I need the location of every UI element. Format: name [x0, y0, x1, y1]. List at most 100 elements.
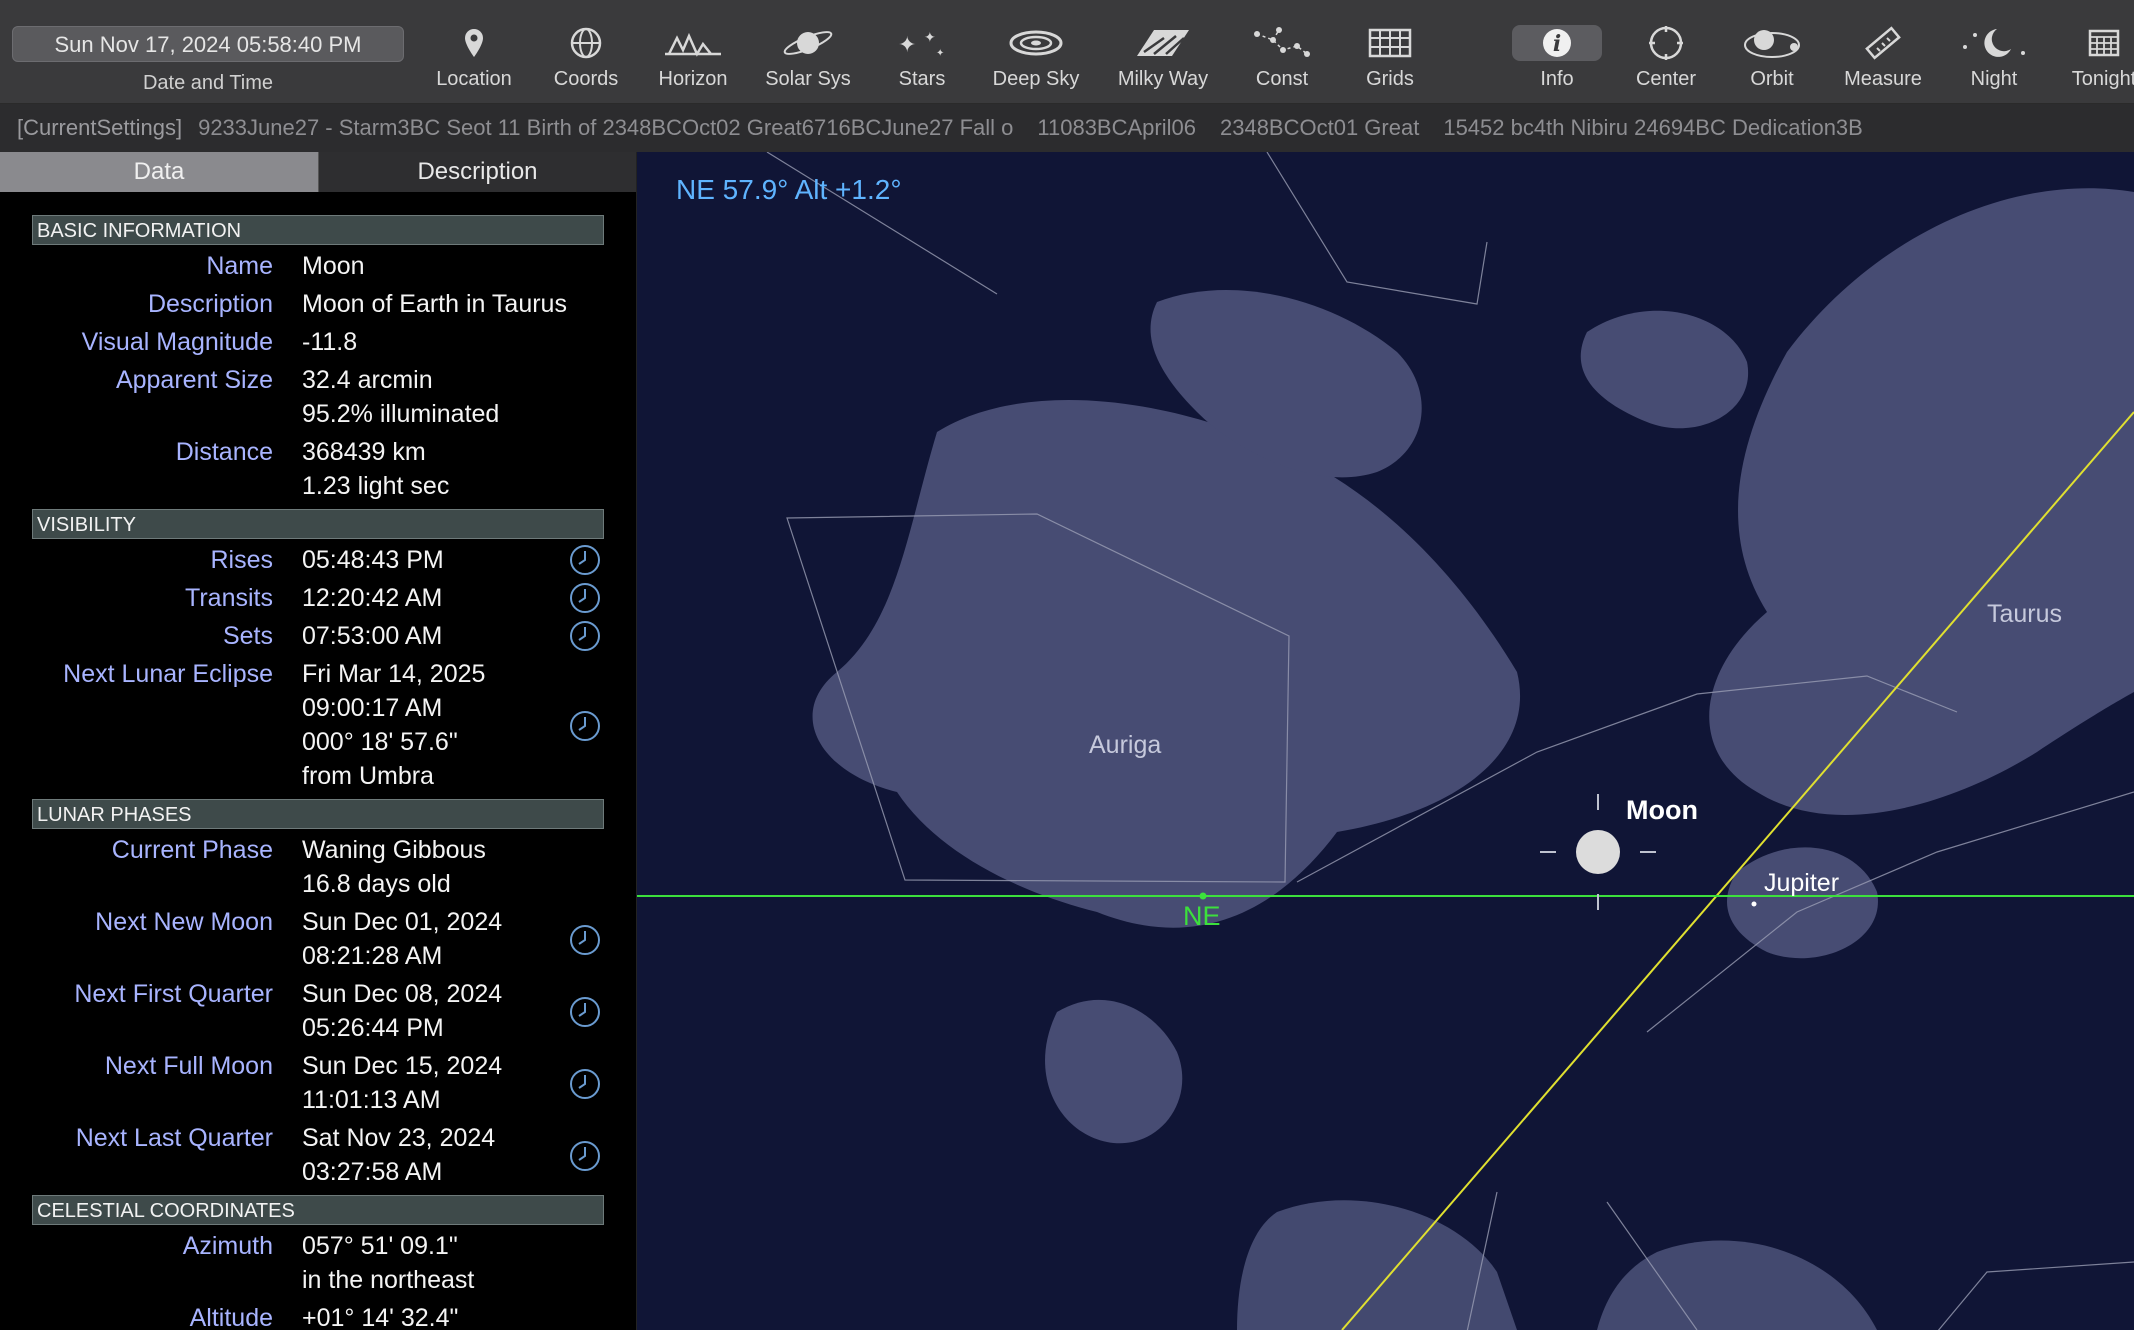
deep-sky-button[interactable]: Deep Sky [986, 18, 1086, 102]
eclipse-date: Fri Mar 14, 2025 [302, 660, 486, 688]
distance-km: 368439 km [302, 438, 426, 466]
svg-text:✦: ✦ [898, 33, 916, 58]
next-last-quarter-time: 03:27:58 AM [302, 1158, 443, 1186]
info-label: Info [1540, 68, 1574, 90]
next-new-moon-date: Sun Dec 01, 2024 [302, 908, 503, 936]
info-button[interactable]: i Info [1507, 18, 1607, 102]
ticker-item[interactable]: 9233June27 - Starm3BC Seot 11 Birth of 2… [198, 115, 1013, 140]
constellation-label-taurus[interactable]: Taurus [1987, 600, 2062, 629]
svg-text:✦: ✦ [936, 48, 944, 59]
grids-label: Grids [1366, 68, 1414, 90]
grids-button[interactable]: Grids [1340, 18, 1440, 102]
phase-name: Waning Gibbous [302, 836, 486, 864]
next-last-quarter-value: Sat Nov 23, 2024 03:27:58 AM [302, 1121, 495, 1189]
current-settings-item[interactable]: [CurrentSettings] [0, 115, 198, 140]
const-label: Const [1255, 68, 1309, 90]
description-label: Description [147, 290, 273, 318]
deep-sky-label: Deep Sky [992, 68, 1080, 90]
next-last-quarter-date: Sat Nov 23, 2024 [302, 1124, 496, 1152]
solar-sys-button[interactable]: Solar Sys [758, 18, 858, 102]
constellation-label-auriga[interactable]: Auriga [1089, 731, 1161, 760]
horizon-direction-label: NE [1183, 901, 1221, 931]
sets-label: Sets [222, 622, 273, 650]
tab-data[interactable]: Data [0, 152, 318, 192]
ticker-item[interactable]: 11083BCApril06 [1037, 115, 1196, 140]
constellation-icon [1254, 27, 1310, 57]
milky-way-label: Milky Way [1117, 68, 1209, 90]
altitude-value: +01° 14' 32.4" [302, 1304, 459, 1330]
date-time-field[interactable]: Sun Nov 17, 2024 05:58:40 PM [12, 26, 404, 62]
next-full-moon-date: Sun Dec 15, 2024 [302, 1052, 503, 1080]
view-heading: NE 57.9° Alt +1.2° [676, 174, 902, 205]
rises-clock-icon[interactable] [569, 544, 601, 576]
moon-label[interactable]: Moon [1626, 795, 1698, 826]
measure-button[interactable]: Measure [1833, 18, 1933, 102]
info-panel: Data Description BASIC INFORMATION Name … [0, 152, 637, 1330]
next-first-quarter-time: 05:26:44 PM [302, 1014, 444, 1042]
horizon-icon [665, 32, 721, 57]
orbit-icon [1744, 30, 1800, 58]
apparent-size-value: 32.4 arcmin 95.2% illuminated [302, 363, 499, 431]
ticker-item[interactable]: 2348BCOct01 Great [1220, 115, 1419, 140]
section-celestial-coordinates[interactable]: CELESTIAL COORDINATES [32, 1195, 604, 1225]
moon-stars-icon [1963, 29, 2025, 57]
sets-value: 07:53:00 AM [302, 622, 443, 650]
transits-label: Transits [185, 584, 273, 612]
stars-button[interactable]: ✦ ✦ ✦ Stars [872, 18, 972, 102]
next-first-quarter-label: Next First Quarter [74, 980, 273, 1008]
calendar-icon [2088, 29, 2120, 57]
sets-clock-icon[interactable] [569, 620, 601, 652]
jupiter-object[interactable] [1751, 901, 1757, 907]
center-icon [1649, 26, 1683, 60]
next-new-moon-value: Sun Dec 01, 2024 08:21:28 AM [302, 905, 502, 973]
tonight-button[interactable]: Tonight [2054, 18, 2134, 102]
const-button[interactable]: Const [1232, 18, 1332, 102]
rises-label: Rises [210, 546, 273, 574]
grid-icon [1368, 28, 1412, 58]
night-button[interactable]: Night [1944, 18, 2044, 102]
center-label: Center [1635, 68, 1697, 90]
section-lunar-phases[interactable]: LUNAR PHASES [32, 799, 604, 829]
apparent-size-arcmin: 32.4 arcmin [302, 366, 433, 394]
event-ticker[interactable]: [CurrentSettings] 9233June27 - Starm3BC S… [0, 104, 2134, 152]
stars-label: Stars [898, 68, 946, 90]
next-new-moon-time: 08:21:28 AM [302, 942, 443, 970]
horizon-button[interactable]: Horizon [643, 18, 743, 102]
coords-button[interactable]: Coords [536, 18, 636, 102]
next-full-moon-label: Next Full Moon [104, 1052, 273, 1080]
transits-clock-icon[interactable] [569, 582, 601, 614]
jupiter-label[interactable]: Jupiter [1764, 869, 1839, 898]
eclipse-time: 09:00:17 AM [302, 694, 443, 722]
orbit-button[interactable]: Orbit [1722, 18, 1822, 102]
full-moon-clock-icon[interactable] [569, 1068, 601, 1100]
section-basic-information[interactable]: BASIC INFORMATION [32, 215, 604, 245]
new-moon-clock-icon[interactable] [569, 924, 601, 956]
milky-way-button[interactable]: Milky Way [1113, 18, 1213, 102]
section-visibility[interactable]: VISIBILITY [32, 509, 604, 539]
ticker-item[interactable]: 15452 bc4th Nibiru 24694BC Dedication3B [1443, 115, 1863, 140]
center-button[interactable]: Center [1616, 18, 1716, 102]
description-value: Moon of Earth in Taurus [302, 290, 567, 318]
azimuth-value: 057° 51' 09.1" in the northeast [302, 1229, 474, 1297]
tonight-label: Tonight [2071, 68, 2134, 90]
current-phase-value: Waning Gibbous 16.8 days old [302, 833, 486, 901]
last-quarter-clock-icon[interactable] [569, 1140, 601, 1172]
altitude-label: Altitude [189, 1304, 273, 1330]
measure-label: Measure [1844, 68, 1922, 90]
lunar-eclipse-label: Next Lunar Eclipse [63, 660, 273, 688]
stars-icon: ✦ ✦✦ [898, 30, 944, 59]
azimuth-degrees: 057° 51' 09.1" [302, 1232, 458, 1260]
sky-view[interactable]: NE 57.9° Alt +1.2° Auriga Taurus Moon Ju… [637, 152, 2134, 1330]
first-quarter-clock-icon[interactable] [569, 996, 601, 1028]
auriga-artwork [812, 290, 1521, 1144]
eclipse-from: from Umbra [302, 762, 434, 790]
coords-label: Coords [553, 68, 619, 90]
svg-text:✦: ✦ [924, 30, 936, 46]
magnitude-value: -11.8 [302, 328, 358, 356]
panel-tabs: Data Description [0, 152, 636, 192]
orbit-label: Orbit [1750, 68, 1794, 90]
next-full-moon-value: Sun Dec 15, 2024 11:01:13 AM [302, 1049, 502, 1117]
tab-description[interactable]: Description [318, 152, 636, 192]
eclipse-clock-icon[interactable] [569, 710, 601, 742]
location-button[interactable]: Location [424, 18, 524, 102]
